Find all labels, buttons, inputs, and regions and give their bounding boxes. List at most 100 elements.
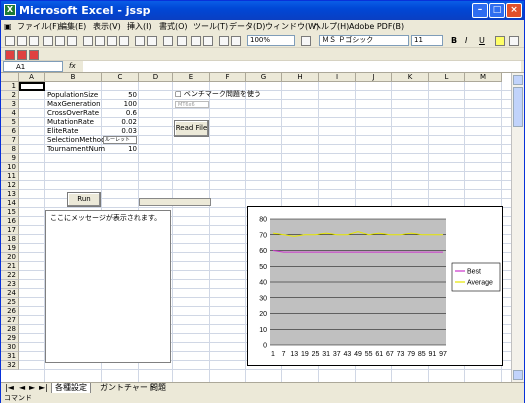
row-header[interactable]: 15 [1,208,19,217]
format-painter-icon[interactable] [119,36,129,46]
row-header[interactable]: 27 [1,316,19,325]
row-header[interactable]: 1 [1,82,19,91]
menu-window[interactable]: ウィンドウ(W) [265,20,319,34]
column-header[interactable]: H [282,73,319,82]
fill-color-icon[interactable] [495,36,505,46]
autosum-icon[interactable] [177,36,187,46]
chart-wizard-icon[interactable] [219,36,229,46]
param-value[interactable]: 50 [102,91,138,100]
redo-icon[interactable] [147,36,157,46]
menu-edit[interactable]: 編集(E) [59,20,86,34]
formula-input[interactable] [83,61,521,72]
row-header[interactable]: 13 [1,190,19,199]
row-header[interactable]: 18 [1,235,19,244]
row-header[interactable]: 32 [1,361,19,370]
fx-icon[interactable]: fx [69,61,76,72]
selected-cell-a1[interactable] [19,82,45,91]
last-sheet-arrow-icon[interactable]: ►| [39,383,48,393]
pdf-options-icon[interactable] [29,50,39,60]
sheet-tab-problem[interactable]: 問題 [147,383,169,393]
row-header[interactable]: 26 [1,307,19,316]
save-icon[interactable] [29,36,39,46]
scroll-up-button[interactable] [513,75,523,85]
selection-method-dropdown[interactable]: ルーレット [103,136,137,144]
row-header[interactable]: 4 [1,109,19,118]
excel-doc-icon[interactable]: ▣ [4,20,12,34]
message-box[interactable]: ここにメッセージが表示されます。 [45,210,171,363]
chart-container[interactable]: 0 10 20 30 40 50 60 70 80 1 7 13 19 25 31 37 43 49 55 61 67 7… [247,206,503,366]
pdf-convert-icon[interactable] [5,50,15,60]
column-header[interactable]: I [319,73,356,82]
column-header[interactable]: M [465,73,502,82]
toolbar-options-icon[interactable] [509,36,519,46]
copy-icon[interactable] [95,36,105,46]
italic-button[interactable]: I [465,36,467,45]
maximize-button[interactable]: □ [489,3,505,18]
column-header[interactable]: J [356,73,392,82]
param-value[interactable]: 100 [102,100,138,109]
row-header[interactable]: 9 [1,154,19,163]
row-header[interactable]: 17 [1,226,19,235]
undo-icon[interactable] [135,36,145,46]
pdf-mail-icon[interactable] [17,50,27,60]
spell-check-icon[interactable] [67,36,77,46]
run-button[interactable]: Run [67,192,101,207]
scroll-thumb[interactable] [513,87,523,127]
font-size-select[interactable]: 11 [411,35,443,46]
select-all-corner[interactable] [1,73,19,82]
column-header[interactable]: D [139,73,173,82]
row-header[interactable]: 3 [1,100,19,109]
row-header[interactable]: 7 [1,136,19,145]
row-header[interactable]: 28 [1,325,19,334]
column-header[interactable]: E [173,73,210,82]
vertical-scrollbar[interactable] [511,73,524,382]
row-header[interactable]: 31 [1,352,19,361]
row-header[interactable]: 5 [1,118,19,127]
sheet-grid[interactable]: A B C D E F G H I J K L M 1 2 3 4 5 6 7 8 9 10 11 12 13 14 15 16 17 18… [1,73,511,382]
font-name-select[interactable]: ＭＳ Ｐゴシック [319,35,409,46]
menu-format[interactable]: 書式(O) [159,20,188,34]
paste-icon[interactable] [107,36,117,46]
param-value[interactable]: 0.6 [102,109,138,118]
row-header[interactable]: 22 [1,271,19,280]
underline-button[interactable]: U [479,36,485,45]
close-button[interactable]: × [506,3,522,18]
read-file-button[interactable]: Read File [174,120,209,137]
row-header[interactable]: 11 [1,172,19,181]
row-header[interactable]: 20 [1,253,19,262]
row-header[interactable]: 8 [1,145,19,154]
sort-desc-icon[interactable] [203,36,213,46]
param-value[interactable]: 0.02 [102,118,138,127]
row-header[interactable]: 29 [1,334,19,343]
menu-adobe-pdf[interactable]: Adobe PDF(B) [349,20,404,34]
sort-asc-icon[interactable] [191,36,201,46]
zoom-select[interactable]: 100% [247,35,295,46]
cut-icon[interactable] [83,36,93,46]
prev-sheet-arrow-icon[interactable]: ◄ [19,383,25,393]
row-header[interactable]: 19 [1,244,19,253]
row-header[interactable]: 14 [1,199,19,208]
first-sheet-arrow-icon[interactable]: |◄ [5,383,14,393]
row-header[interactable]: 21 [1,262,19,271]
menu-data[interactable]: データ(D) [229,20,265,34]
row-header[interactable]: 16 [1,217,19,226]
new-icon[interactable] [5,36,15,46]
hyperlink-icon[interactable] [163,36,173,46]
menu-file[interactable]: ファイル(F) [17,20,60,34]
column-header[interactable]: B [45,73,102,82]
print-preview-icon[interactable] [55,36,65,46]
help-icon[interactable] [301,36,311,46]
column-header[interactable]: K [392,73,429,82]
menu-insert[interactable]: 挿入(I) [127,20,152,34]
benchmark-checkbox-label[interactable]: □ ベンチマーク問題を使う [175,90,261,99]
column-header[interactable]: C [102,73,139,82]
next-sheet-arrow-icon[interactable]: ► [29,383,35,393]
menu-tools[interactable]: ツール(T) [193,20,228,34]
column-header[interactable]: A [19,73,45,82]
column-header[interactable]: F [210,73,246,82]
row-header[interactable]: 6 [1,127,19,136]
row-header[interactable]: 30 [1,343,19,352]
row-header[interactable]: 25 [1,298,19,307]
menu-view[interactable]: 表示(V) [93,20,121,34]
name-box[interactable]: A1 [3,61,63,72]
